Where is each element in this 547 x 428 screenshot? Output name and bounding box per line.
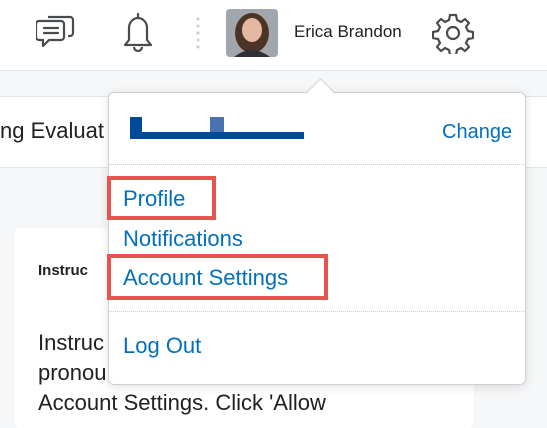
menu-item-account-settings[interactable]: Account Settings xyxy=(123,265,288,291)
dropdown-divider-bottom xyxy=(108,311,526,312)
dropdown-divider-top xyxy=(108,164,526,165)
card-text-line1: Instruc xyxy=(38,330,105,355)
change-button[interactable]: Change xyxy=(442,121,512,144)
menu-item-profile[interactable]: Profile xyxy=(123,186,185,212)
avatar[interactable] xyxy=(226,9,278,57)
log-out-button[interactable]: Log Out xyxy=(123,333,201,359)
separator-dots xyxy=(196,17,200,49)
card-text-line3: Account Settings. Click 'Allow xyxy=(38,390,326,415)
navbar-border xyxy=(0,70,547,71)
settings-gear-icon[interactable] xyxy=(432,12,474,54)
menu-item-notifications[interactable]: Notifications xyxy=(123,226,243,252)
card-heading: Instruc xyxy=(38,262,89,279)
notifications-bell-icon[interactable] xyxy=(120,10,156,52)
message-alerts-icon[interactable] xyxy=(36,13,76,51)
redacted-name-graphic xyxy=(130,117,304,139)
user-name[interactable]: Erica Brandon xyxy=(294,22,402,42)
page-title: ng Evaluat xyxy=(0,118,104,143)
top-navbar: Erica Brandon xyxy=(0,0,547,70)
